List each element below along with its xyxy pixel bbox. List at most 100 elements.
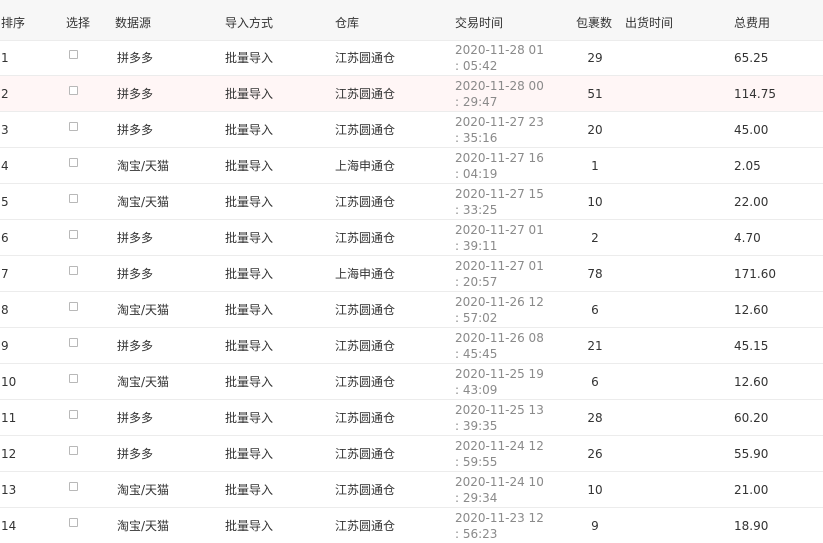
column-header-total-fee: 总费用 <box>734 16 771 30</box>
row-select-checkbox[interactable] <box>69 518 78 527</box>
row-trade-time-cell: 2020-11-27 01 : 20:57 <box>455 256 565 291</box>
row-select-checkbox[interactable] <box>69 446 78 455</box>
row-index: 7 <box>1 266 9 281</box>
column-header-import-mode: 导入方式 <box>225 16 274 30</box>
row-index: 8 <box>1 302 9 317</box>
row-import-mode: 批量导入 <box>225 159 274 173</box>
row-total-fee: 45.15 <box>734 338 769 353</box>
row-import-mode: 批量导入 <box>225 195 274 209</box>
table-row[interactable]: 14 淘宝/天猫 批量导入 江苏圆通仓 2020-11-23 12 : 56:23 9 18… <box>0 508 823 543</box>
row-total-fee: 21.00 <box>734 482 769 497</box>
table-row[interactable]: 3 拼多多 批量导入 江苏圆通仓 2020-11-27 23 : 35:16 20 45.0… <box>0 112 823 148</box>
row-trade-time: 2020-11-24 12 : 59:55 <box>455 438 544 469</box>
row-total-fee: 2.05 <box>734 158 761 173</box>
row-warehouse: 江苏圆通仓 <box>335 195 396 209</box>
row-trade-time-cell: 2020-11-25 19 : 43:09 <box>455 364 565 399</box>
row-select-checkbox[interactable] <box>69 302 78 311</box>
row-import-mode: 批量导入 <box>225 87 274 101</box>
table-row[interactable]: 6 拼多多 批量导入 江苏圆通仓 2020-11-27 01 : 39:11 2 4.70 <box>0 220 823 256</box>
row-packages: 2 <box>591 230 599 245</box>
column-header-packages: 包裹数 <box>576 16 613 30</box>
row-trade-time-cell: 2020-11-27 23 : 35:16 <box>455 112 565 147</box>
row-select-checkbox[interactable] <box>69 230 78 239</box>
table-row[interactable]: 13 淘宝/天猫 批量导入 江苏圆通仓 2020-11-24 10 : 29:34 10 2… <box>0 472 823 508</box>
row-trade-time-cell: 2020-11-27 15 : 33:25 <box>455 184 565 219</box>
row-source: 淘宝/天猫 <box>117 375 170 389</box>
row-select-cell <box>69 148 78 183</box>
row-total-fee: 4.70 <box>734 230 761 245</box>
table-row[interactable]: 12 拼多多 批量导入 江苏圆通仓 2020-11-24 12 : 59:55 26 55.… <box>0 436 823 472</box>
row-trade-time-cell: 2020-11-26 08 : 45:45 <box>455 328 565 363</box>
row-packages: 28 <box>587 410 603 425</box>
row-source: 拼多多 <box>117 123 154 137</box>
table-row[interactable]: 7 拼多多 批量导入 上海申通仓 2020-11-27 01 : 20:57 78 171.… <box>0 256 823 292</box>
row-index: 9 <box>1 338 9 353</box>
row-select-cell <box>69 184 78 219</box>
row-select-checkbox[interactable] <box>69 482 78 491</box>
row-select-checkbox[interactable] <box>69 86 78 95</box>
row-warehouse: 江苏圆通仓 <box>335 51 396 65</box>
row-index: 4 <box>1 158 9 173</box>
table-row[interactable]: 1 拼多多 批量导入 江苏圆通仓 2020-11-28 01 : 05:42 29 65.2… <box>0 40 823 76</box>
row-source: 淘宝/天猫 <box>117 195 170 209</box>
row-warehouse: 江苏圆通仓 <box>335 303 396 317</box>
row-total-fee: 171.60 <box>734 266 776 281</box>
row-select-checkbox[interactable] <box>69 374 78 383</box>
row-select-checkbox[interactable] <box>69 266 78 275</box>
column-header-source: 数据源 <box>115 16 152 30</box>
row-select-checkbox[interactable] <box>69 50 78 59</box>
row-index: 14 <box>1 518 17 533</box>
column-header-select: 选择 <box>66 16 91 30</box>
row-trade-time: 2020-11-27 16 : 04:19 <box>455 150 544 181</box>
row-select-checkbox[interactable] <box>69 122 78 131</box>
table-row[interactable]: 4 淘宝/天猫 批量导入 上海申通仓 2020-11-27 16 : 04:19 1 2.0… <box>0 148 823 184</box>
row-trade-time-cell: 2020-11-28 00 : 29:47 <box>455 76 565 111</box>
row-total-fee: 45.00 <box>734 122 769 137</box>
row-packages: 29 <box>587 50 603 65</box>
row-select-checkbox[interactable] <box>69 194 78 203</box>
table-row[interactable]: 5 淘宝/天猫 批量导入 江苏圆通仓 2020-11-27 15 : 33:25 10 22… <box>0 184 823 220</box>
row-packages: 78 <box>587 266 603 281</box>
row-index: 12 <box>1 446 17 461</box>
row-trade-time-cell: 2020-11-27 16 : 04:19 <box>455 148 565 183</box>
row-select-checkbox[interactable] <box>69 410 78 419</box>
row-import-mode: 批量导入 <box>225 267 274 281</box>
row-select-checkbox[interactable] <box>69 158 78 167</box>
table-row[interactable]: 8 淘宝/天猫 批量导入 江苏圆通仓 2020-11-26 12 : 57:02 6 12.… <box>0 292 823 328</box>
row-import-mode: 批量导入 <box>225 51 274 65</box>
row-trade-time-cell: 2020-11-25 13 : 39:35 <box>455 400 565 435</box>
row-total-fee: 18.90 <box>734 518 769 533</box>
row-select-checkbox[interactable] <box>69 338 78 347</box>
row-index: 3 <box>1 122 9 137</box>
row-source: 拼多多 <box>117 231 154 245</box>
table-row[interactable]: 2 拼多多 批量导入 江苏圆通仓 2020-11-28 00 : 29:47 51 114.… <box>0 76 823 112</box>
row-select-cell <box>69 400 78 435</box>
table-row[interactable]: 11 拼多多 批量导入 江苏圆通仓 2020-11-25 13 : 39:35 28 60.… <box>0 400 823 436</box>
row-trade-time: 2020-11-28 00 : 29:47 <box>455 78 544 109</box>
row-packages: 6 <box>591 374 599 389</box>
column-header-warehouse: 仓库 <box>335 16 360 30</box>
row-trade-time-cell: 2020-11-26 12 : 57:02 <box>455 292 565 327</box>
row-trade-time: 2020-11-25 13 : 39:35 <box>455 402 544 433</box>
row-trade-time-cell: 2020-11-27 01 : 39:11 <box>455 220 565 255</box>
row-packages: 6 <box>591 302 599 317</box>
row-select-cell <box>69 508 78 543</box>
row-packages: 10 <box>587 482 603 497</box>
row-import-mode: 批量导入 <box>225 375 274 389</box>
column-header-index[interactable]: 排序 <box>1 14 25 31</box>
row-trade-time: 2020-11-26 12 : 57:02 <box>455 294 544 325</box>
row-select-cell <box>69 76 78 111</box>
row-source: 淘宝/天猫 <box>117 519 170 533</box>
table-row[interactable]: 9 拼多多 批量导入 江苏圆通仓 2020-11-26 08 : 45:45 21 45.1… <box>0 328 823 364</box>
row-source: 拼多多 <box>117 447 154 461</box>
row-warehouse: 江苏圆通仓 <box>335 411 396 425</box>
row-packages: 9 <box>591 518 599 533</box>
row-warehouse: 江苏圆通仓 <box>335 483 396 497</box>
row-index: 2 <box>1 86 9 101</box>
table-row[interactable]: 10 淘宝/天猫 批量导入 江苏圆通仓 2020-11-25 19 : 43:09 6 12… <box>0 364 823 400</box>
row-select-cell <box>69 292 78 327</box>
row-trade-time-cell: 2020-11-23 12 : 56:23 <box>455 508 565 543</box>
row-packages: 51 <box>587 86 603 101</box>
row-source: 拼多多 <box>117 267 154 281</box>
row-trade-time: 2020-11-28 01 : 05:42 <box>455 42 544 73</box>
